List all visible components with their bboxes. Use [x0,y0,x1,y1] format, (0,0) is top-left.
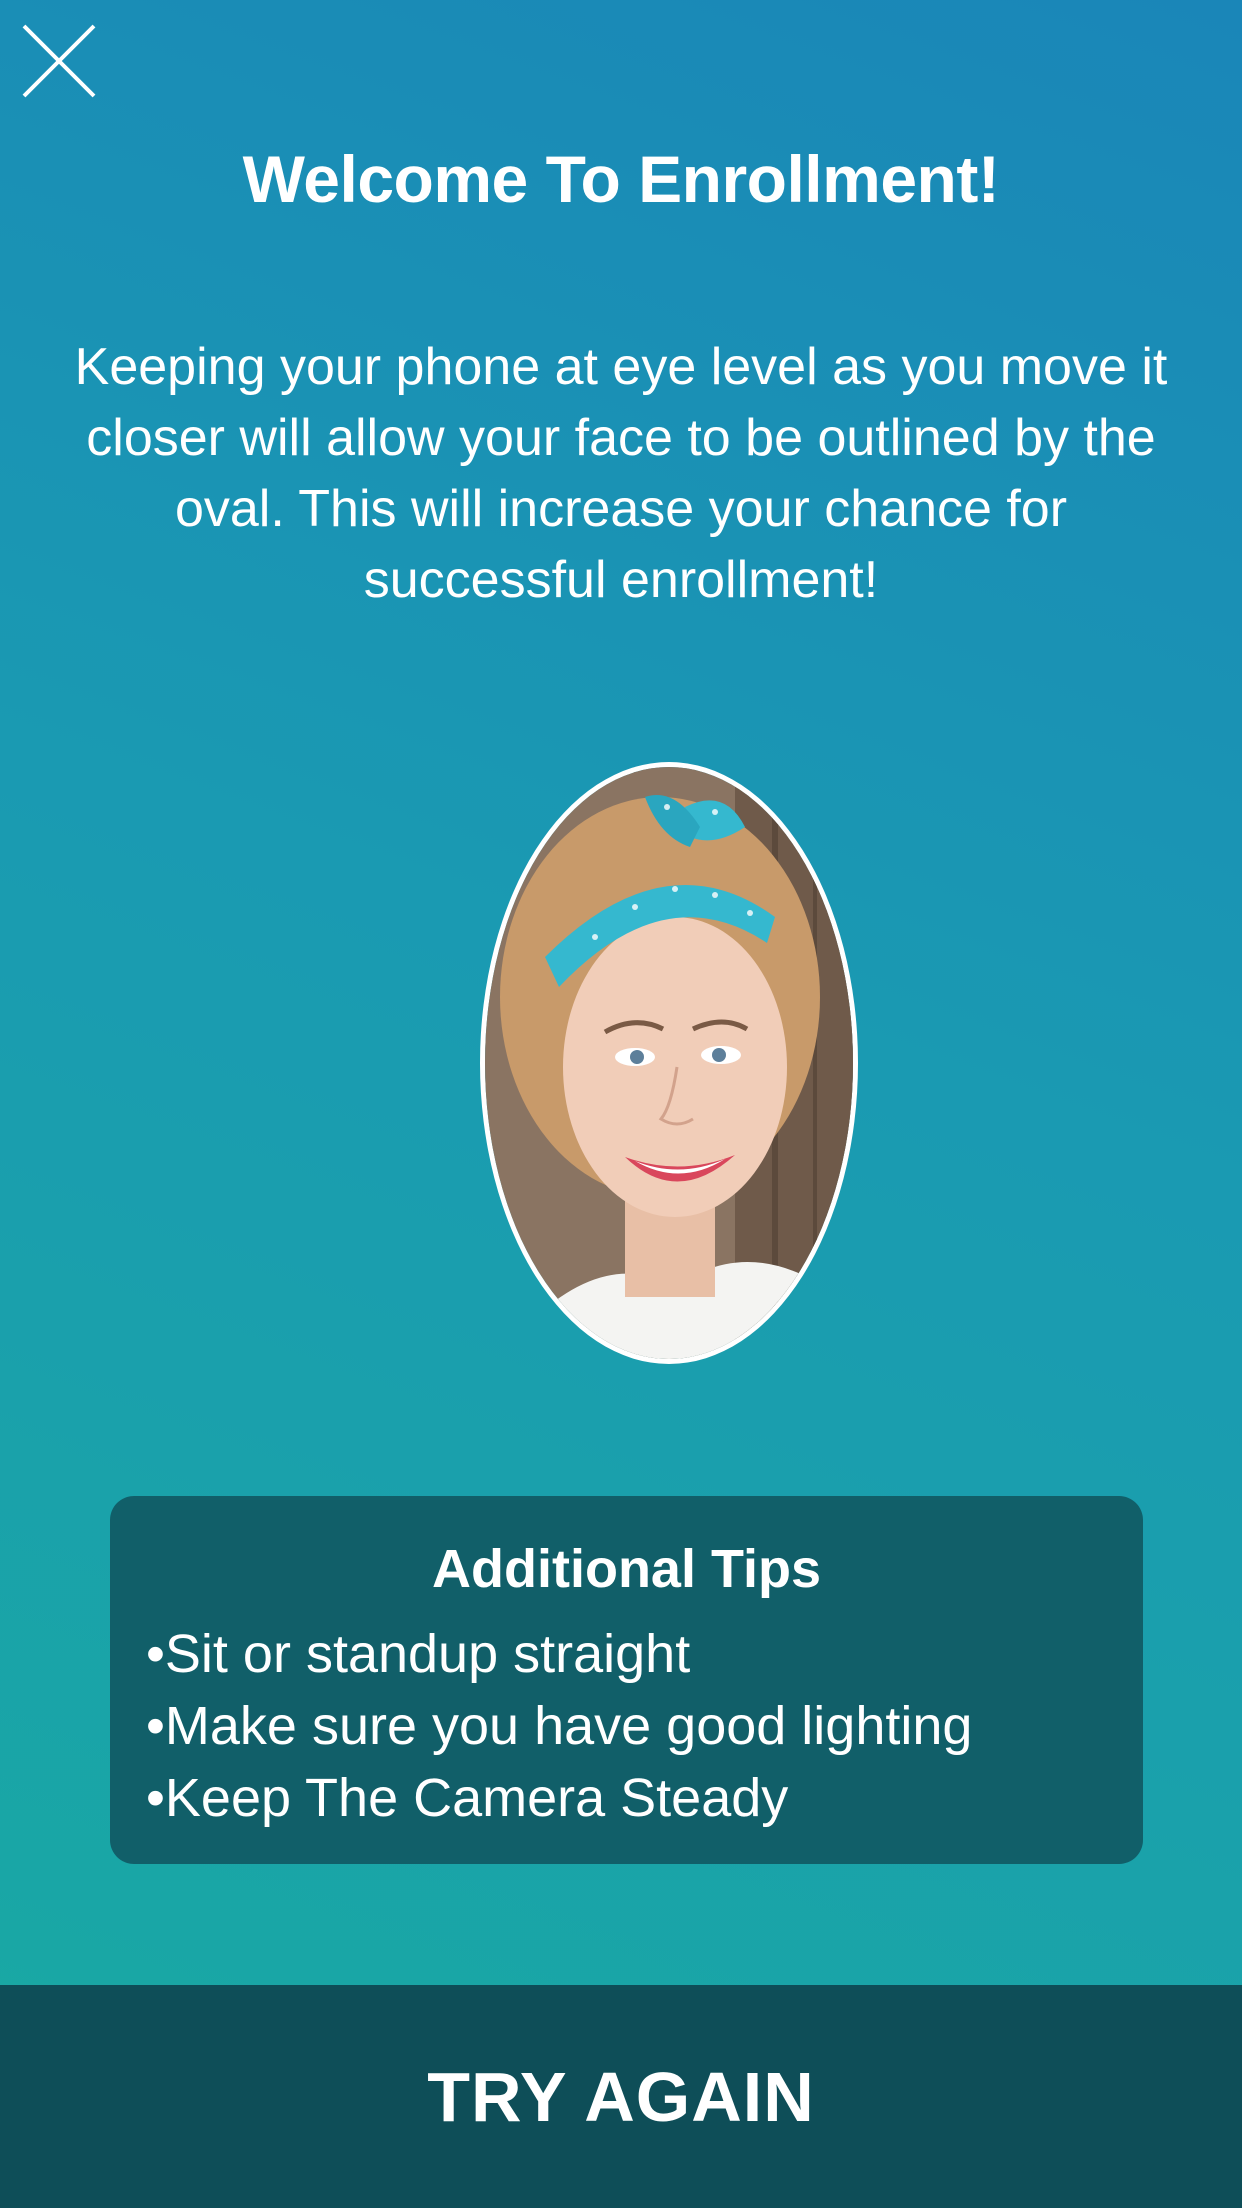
face-preview-oval [480,762,858,1364]
tip-item: Sit or standup straight [146,1618,1107,1690]
close-icon [22,24,96,98]
page-title: Welcome To Enrollment! [242,142,1000,216]
tips-list: Sit or standup straight Make sure you ha… [146,1618,1107,1834]
try-again-button[interactable]: TRY AGAIN [0,1985,1242,2208]
instructions-text: Keeping your phone at eye level as you m… [74,338,1168,609]
tips-title: Additional Tips [432,1539,821,1599]
face-photo [485,767,853,1359]
tip-item: Make sure you have good lighting [146,1690,1107,1762]
close-button[interactable] [20,22,100,102]
additional-tips-card: Additional Tips Sit or standup straight … [110,1496,1143,1864]
tip-item: Keep The Camera Steady [146,1762,1107,1834]
